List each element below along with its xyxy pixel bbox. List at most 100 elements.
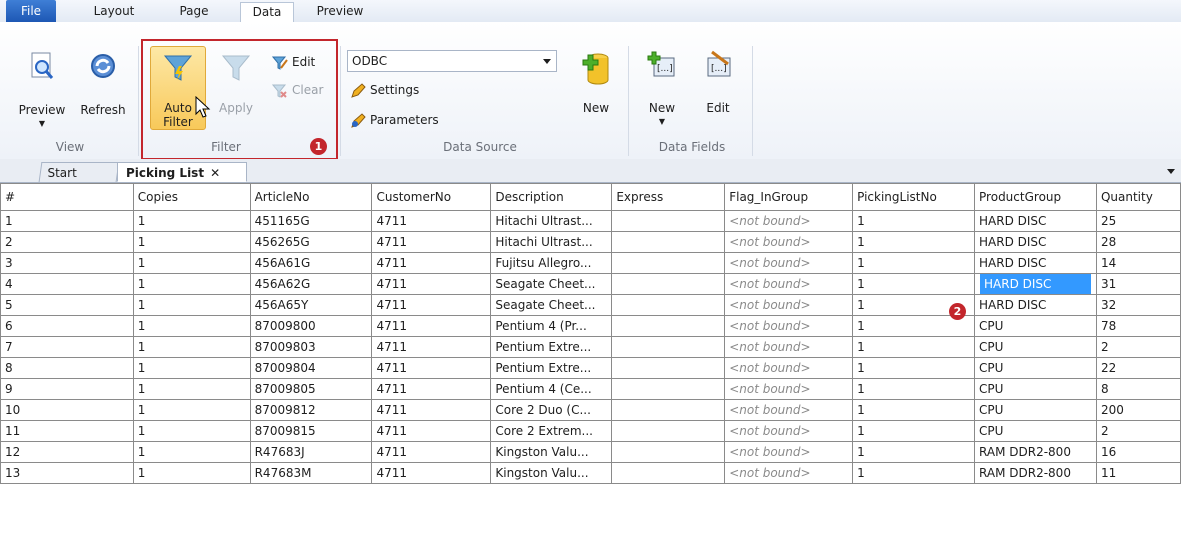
parameters-button[interactable]: Parameters: [350, 110, 439, 130]
table-cell[interactable]: 87009812: [249, 399, 373, 421]
table-cell[interactable]: 8: [0, 357, 134, 379]
table-cell[interactable]: [611, 441, 726, 463]
tab-file[interactable]: File: [6, 0, 56, 22]
table-cell[interactable]: CPU: [974, 399, 1097, 421]
table-cell[interactable]: 87009803: [249, 336, 373, 358]
table-row[interactable]: 1 1 451165G 4711 Hitachi Ultrast... <not boun…: [0, 210, 1181, 232]
table-cell[interactable]: [611, 315, 726, 337]
table-cell[interactable]: 2: [1095, 336, 1181, 358]
table-cell[interactable]: <not bound>: [724, 462, 854, 484]
tab-data[interactable]: Data: [240, 2, 294, 24]
table-cell[interactable]: 456A65Y: [249, 294, 373, 316]
table-cell[interactable]: 16: [1095, 441, 1181, 463]
table-cell[interactable]: [611, 462, 726, 484]
column-header[interactable]: CustomerNo: [371, 183, 492, 211]
table-cell[interactable]: 1: [132, 420, 251, 442]
table-cell[interactable]: HARD DISC: [974, 231, 1097, 253]
table-cell[interactable]: 11: [0, 420, 134, 442]
table-row[interactable]: 11 1 87009815 4711 Core 2 Extrem... <not boun…: [0, 420, 1181, 442]
table-cell[interactable]: 14: [1095, 252, 1181, 274]
table-cell[interactable]: CPU: [974, 315, 1097, 337]
column-header[interactable]: Copies: [132, 183, 251, 211]
table-cell[interactable]: 1: [132, 273, 251, 295]
table-cell[interactable]: HARD DISC: [974, 252, 1097, 274]
table-cell[interactable]: 456A62G: [249, 273, 373, 295]
table-cell[interactable]: <not bound>: [724, 231, 854, 253]
table-cell[interactable]: [611, 231, 726, 253]
table-cell[interactable]: 13: [0, 462, 134, 484]
table-cell[interactable]: 25: [1095, 210, 1181, 232]
column-header[interactable]: Description: [490, 183, 613, 211]
table-cell[interactable]: <not bound>: [724, 399, 854, 421]
table-cell[interactable]: 1: [852, 420, 976, 442]
column-header[interactable]: PickingListNo: [852, 183, 976, 211]
table-cell[interactable]: 1: [852, 273, 976, 295]
table-cell[interactable]: 4711: [371, 231, 492, 253]
table-cell[interactable]: 1: [852, 441, 976, 463]
table-cell[interactable]: [611, 420, 726, 442]
table-cell[interactable]: 1: [132, 231, 251, 253]
new-data-source-button[interactable]: New: [572, 50, 620, 115]
table-cell[interactable]: <not bound>: [724, 294, 854, 316]
tab-picking-list[interactable]: Picking List ✕: [117, 162, 247, 182]
table-cell[interactable]: 4711: [371, 441, 492, 463]
table-cell[interactable]: 4711: [371, 378, 492, 400]
table-cell[interactable]: [611, 357, 726, 379]
table-cell[interactable]: 4: [0, 273, 134, 295]
column-header[interactable]: Quantity: [1095, 183, 1181, 211]
table-cell[interactable]: 4711: [371, 252, 492, 274]
table-cell[interactable]: Core 2 Duo (C...: [490, 399, 613, 421]
table-cell[interactable]: [611, 210, 726, 232]
table-cell[interactable]: 4711: [371, 294, 492, 316]
table-cell[interactable]: CPU: [974, 336, 1097, 358]
table-cell[interactable]: <not bound>: [724, 210, 854, 232]
table-row[interactable]: 7 1 87009803 4711 Pentium Extre... <not bound…: [0, 336, 1181, 358]
table-cell[interactable]: <not bound>: [724, 273, 854, 295]
table-cell[interactable]: 1: [852, 210, 976, 232]
table-cell[interactable]: [611, 399, 726, 421]
table-row[interactable]: 10 1 87009812 4711 Core 2 Duo (C... <not boun…: [0, 399, 1181, 421]
table-cell[interactable]: 87009815: [249, 420, 373, 442]
column-header[interactable]: #: [0, 183, 134, 211]
table-row[interactable]: 3 1 456A61G 4711 Fujitsu Allegro... <not boun…: [0, 252, 1181, 274]
table-cell[interactable]: 1: [852, 462, 976, 484]
table-cell[interactable]: Pentium 4 (Pr...: [490, 315, 613, 337]
table-cell[interactable]: 6: [0, 315, 134, 337]
table-row[interactable]: 13 1 R47683M 4711 Kingston Valu... <not bound…: [0, 462, 1181, 484]
table-cell[interactable]: 8: [1095, 378, 1181, 400]
tab-page[interactable]: Page: [169, 2, 219, 22]
table-cell[interactable]: Pentium Extre...: [490, 357, 613, 379]
table-cell[interactable]: HARD DISC: [974, 273, 1097, 295]
settings-button[interactable]: Settings: [350, 80, 419, 100]
table-cell[interactable]: <not bound>: [724, 252, 854, 274]
table-row[interactable]: 2 1 456265G 4711 Hitachi Ultrast... <not boun…: [0, 231, 1181, 253]
table-row[interactable]: 9 1 87009805 4711 Pentium 4 (Ce... <not bound…: [0, 378, 1181, 400]
data-source-combo[interactable]: ODBC: [347, 50, 557, 72]
table-cell[interactable]: [611, 273, 726, 295]
preview-button[interactable]: Preview ▼: [18, 50, 66, 131]
table-cell[interactable]: Seagate Cheet...: [490, 273, 613, 295]
table-cell[interactable]: HARD DISC: [974, 294, 1097, 316]
table-cell[interactable]: 78: [1095, 315, 1181, 337]
table-row[interactable]: 4 1 456A62G 4711 Seagate Cheet... <not bound>…: [0, 273, 1181, 295]
table-cell[interactable]: 4711: [371, 462, 492, 484]
table-cell[interactable]: 200: [1095, 399, 1181, 421]
tab-start-page[interactable]: Start Page: [38, 162, 120, 200]
table-cell[interactable]: 87009805: [249, 378, 373, 400]
table-cell[interactable]: CPU: [974, 420, 1097, 442]
table-cell[interactable]: 9: [0, 378, 134, 400]
new-data-field-button[interactable]: [...] New ▼: [640, 50, 684, 129]
table-cell[interactable]: 1: [132, 357, 251, 379]
table-cell[interactable]: 4711: [371, 336, 492, 358]
table-cell[interactable]: 11: [1095, 462, 1181, 484]
table-cell[interactable]: <not bound>: [724, 441, 854, 463]
table-cell[interactable]: Pentium 4 (Ce...: [490, 378, 613, 400]
table-cell[interactable]: 1: [132, 462, 251, 484]
table-cell[interactable]: 1: [132, 210, 251, 232]
table-cell[interactable]: 3: [0, 252, 134, 274]
table-cell[interactable]: Seagate Cheet...: [490, 294, 613, 316]
table-cell[interactable]: 1: [132, 315, 251, 337]
table-cell[interactable]: <not bound>: [724, 315, 854, 337]
table-cell[interactable]: 5: [0, 294, 134, 316]
table-cell[interactable]: Core 2 Extrem...: [490, 420, 613, 442]
